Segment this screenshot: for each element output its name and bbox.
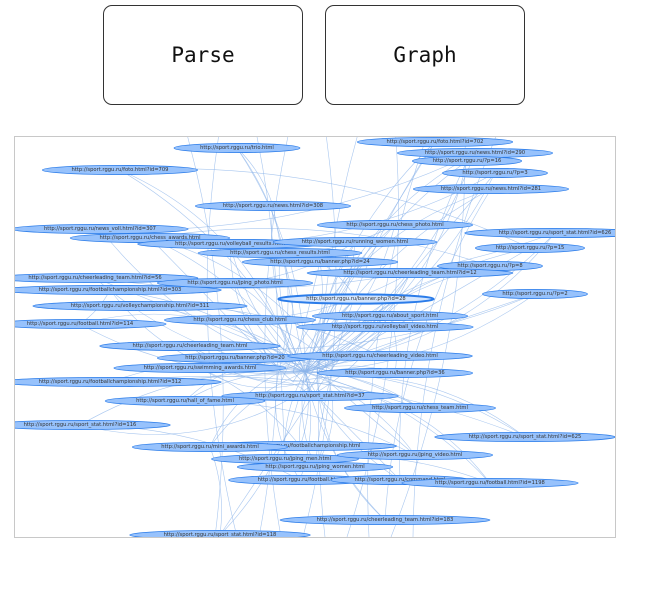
graph-node-label: http://sport.rggu.ru/mini_awards.html	[161, 444, 259, 450]
graph-edge	[119, 169, 294, 363]
graph-node-label: http://sport.rggu.ru/foto.html?id=709	[72, 167, 169, 173]
graph-node-label: http://sport.rggu.ru/cheerleading_team.h…	[317, 517, 454, 523]
graph-node[interactable]: http://sport.rggu.ru/banner.php?id=28	[277, 293, 435, 305]
graph-node[interactable]: http://sport.rggu.ru/?p=3	[442, 167, 548, 178]
graph-node-label: http://sport.rggu.ru/football.html?id=11…	[435, 480, 545, 486]
graph-node-label: http://sport.rggu.ru/volleychampionship.…	[71, 303, 210, 309]
graph-node-label: http://sport.rggu.ru/chess_team.html	[372, 405, 468, 411]
graph-node-label: http://sport.rggu.ru/jping_men.html	[239, 456, 331, 462]
graph-edge	[79, 424, 301, 481]
graph-node[interactable]: http://sport.rggu.ru/running_women.html	[272, 237, 438, 248]
graph-node-label: http://sport.rggu.ru/football.html?id=11…	[27, 321, 134, 327]
graph-node[interactable]: http://sport.rggu.ru/hall_of_fame.html	[104, 395, 266, 406]
graph-node-label: http://sport.rggu.ru/banner.php?id=36	[345, 370, 444, 376]
graph-node-label: http://sport.rggu.ru/chess_club.html	[193, 317, 286, 323]
graph-node[interactable]: http://sport.rggu.ru/swimming_awards.htm…	[113, 362, 287, 373]
graph-node-label: http://sport.rggu.ru/foto.html?id=702	[387, 139, 484, 145]
graph-node[interactable]: http://sport.rggu.ru/chess_photo.html	[316, 220, 474, 231]
graph-node-label: http://sport.rggu.ru/chess_results.html	[230, 250, 330, 256]
graph-node-label: http://sport.rggu.ru/running_women.html	[302, 239, 409, 245]
graph-node[interactable]: http://sport.rggu.ru/news.html?id=308	[194, 201, 352, 212]
graph-node-label: http://sport.rggu.ru/news.html?id=290	[425, 150, 525, 156]
graph-node-label: http://sport.rggu.ru/?p=15	[496, 245, 565, 251]
network-graph[interactable]: http://sport.rggu.ru/trio.html http://spo…	[15, 137, 615, 537]
graph-node-label: http://sport.rggu.ru/volleyball_video.ht…	[332, 324, 439, 330]
graph-node[interactable]: http://sport.rggu.ru/jping_photo.html	[156, 277, 314, 288]
graph-node[interactable]: http://sport.rggu.ru/cheerleading_video.…	[287, 350, 473, 361]
graph-node[interactable]: http://sport.rggu.ru/chess_team.html	[343, 402, 496, 413]
graph-node[interactable]: http://sport.rggu.ru/foto.html?id=702	[356, 137, 514, 147]
graph-node-label: http://sport.rggu.ru/chess_photo.html	[346, 222, 443, 228]
graph-node[interactable]: http://sport.rggu.ru/football.html?id=11…	[401, 477, 579, 488]
graph-node[interactable]: http://sport.rggu.ru/news.html?id=281	[412, 184, 570, 195]
graph-node-label: http://sport.rggu.ru/news.html?id=308	[223, 203, 323, 209]
graph-node-label: http://sport.rggu.ru/news.html?id=281	[441, 186, 541, 192]
graph-node-label: http://sport.rggu.ru/volleyball_results.…	[175, 241, 285, 247]
graph-node-label: http://sport.rggu.ru/?p=3	[462, 170, 527, 176]
graph-node-label: http://sport.rggu.ru/banner.php?id=28	[306, 296, 405, 302]
graph-node-label: http://sport.rggu.ru/?p=8	[457, 263, 522, 269]
graph-node[interactable]: http://sport.rggu.ru/jping_women.html	[236, 461, 394, 472]
graph-node[interactable]: http://sport.rggu.ru/news_voll.html?id=3…	[15, 224, 189, 234]
graph-node[interactable]: http://sport.rggu.ru/footballchampionshi…	[15, 377, 222, 387]
graph-node[interactable]: http://sport.rggu.ru/sport_stat.html?id=…	[129, 530, 311, 537]
graph-node-label: http://sport.rggu.ru/sport_stat.html?id=…	[499, 230, 612, 236]
graph-node-label: http://sport.rggu.ru/hall_of_fame.html	[136, 398, 234, 404]
graph-node[interactable]: http://sport.rggu.ru/?p=2	[482, 288, 588, 299]
graph-node[interactable]: http://sport.rggu.ru/sport_stat.html?id=…	[15, 420, 171, 430]
graph-node-label: http://sport.rggu.ru/cheerleading_video.…	[322, 353, 438, 359]
graph-node[interactable]: http://sport.rggu.ru/mini_awards.html	[131, 441, 289, 452]
graph-node[interactable]: http://sport.rggu.ru/cheerleading_team.h…	[99, 340, 281, 351]
graph-node[interactable]: http://sport.rggu.ru/banner.php?id=24	[241, 257, 399, 268]
graph-node-label: http://sport.rggu.ru/sport_stat.html?id=…	[164, 532, 277, 537]
graph-node-label: http://sport.rggu.ru/cheerleading_team.h…	[28, 275, 161, 281]
parse-button[interactable]: Parse	[103, 5, 303, 105]
graph-node-label: http://sport.rggu.ru/sport_stat.html?id=…	[255, 393, 364, 399]
graph-node-label: http://sport.rggu.ru/news_voll.html?id=3…	[44, 226, 156, 232]
graph-node-label: http://sport.rggu.ru/jping_photo.html	[187, 280, 282, 286]
graph-node-label: http://sport.rggu.ru/trio.html	[200, 145, 274, 151]
graph-edge	[206, 137, 238, 537]
graph-node-label: http://sport.rggu.ru/sport_stat.html?id=…	[24, 422, 137, 428]
graph-node[interactable]: http://sport.rggu.ru/about_sport.html	[311, 310, 469, 321]
graph-node-label: http://sport.rggu.ru/about_sport.html	[342, 313, 438, 319]
graph-node-label: http://sport.rggu.ru/football.html	[258, 477, 343, 483]
graph-node[interactable]: http://sport.rggu.ru/banner.php?id=36	[316, 367, 474, 378]
graph-nodes[interactable]: http://sport.rggu.ru/trio.html http://spo…	[15, 137, 615, 537]
graph-node[interactable]: http://sport.rggu.ru/foto.html?id=709	[41, 164, 199, 175]
graph-node-label: http://sport.rggu.ru/?p=2	[502, 291, 567, 297]
graph-button[interactable]: Graph	[325, 5, 525, 105]
graph-node[interactable]: http://sport.rggu.ru/volleyball_video.ht…	[296, 321, 474, 332]
graph-node-label: http://sport.rggu.ru/banner.php?id=20	[185, 355, 284, 361]
graph-node[interactable]: http://sport.rggu.ru/trio.html	[173, 143, 301, 153]
graph-node-label: http://sport.rggu.ru/swimming_awards.htm…	[144, 365, 257, 371]
graph-node-label: http://sport.rggu.ru/footballchampionshi…	[39, 379, 182, 385]
graph-node[interactable]: http://sport.rggu.ru/sport_stat.html?id=…	[464, 228, 615, 238]
graph-node[interactable]: http://sport.rggu.ru/jping_video.html	[336, 449, 494, 460]
graph-node[interactable]: http://sport.rggu.ru/cheerleading_team.h…	[306, 267, 514, 278]
graph-node-label: http://sport.rggu.ru/jping_women.html	[265, 464, 364, 470]
graph-node[interactable]: http://sport.rggu.ru/volleychampionship.…	[32, 300, 248, 311]
graph-node[interactable]: http://sport.rggu.ru/chess_results.html	[197, 248, 363, 259]
graph-node[interactable]: http://sport.rggu.ru/?p=15	[474, 243, 585, 254]
graph-node-label: http://sport.rggu.ru/?p=16	[433, 158, 502, 164]
graph-node[interactable]: http://sport.rggu.ru/chess_club.html	[163, 314, 316, 325]
graph-node-label: http://sport.rggu.ru/footballchampionshi…	[39, 287, 182, 293]
graph-node-label: http://sport.rggu.ru/cheerleading_team.h…	[343, 270, 476, 276]
graph-canvas[interactable]: http://sport.rggu.ru/trio.html http://spo…	[14, 136, 616, 538]
graph-node[interactable]: http://sport.rggu.ru/sport_stat.html?id=…	[434, 432, 615, 442]
graph-edge	[187, 137, 224, 537]
graph-node-label: http://sport.rggu.ru/banner.php?id=24	[270, 259, 370, 265]
graph-node-label: http://sport.rggu.ru/sport_stat.html?id=…	[469, 434, 582, 440]
graph-node-label: http://sport.rggu.ru/cheerleading_team.h…	[133, 343, 248, 349]
graph-node[interactable]: http://sport.rggu.ru/cheerleading_team.h…	[279, 514, 491, 525]
graph-node[interactable]: http://sport.rggu.ru/?p=16	[411, 155, 522, 166]
graph-node[interactable]: http://sport.rggu.ru/football.html?id=11…	[15, 319, 167, 329]
graph-node-label: http://sport.rggu.ru/jping_video.html	[368, 452, 463, 458]
graph-node[interactable]: http://sport.rggu.ru/banner.php?id=20	[156, 352, 314, 363]
